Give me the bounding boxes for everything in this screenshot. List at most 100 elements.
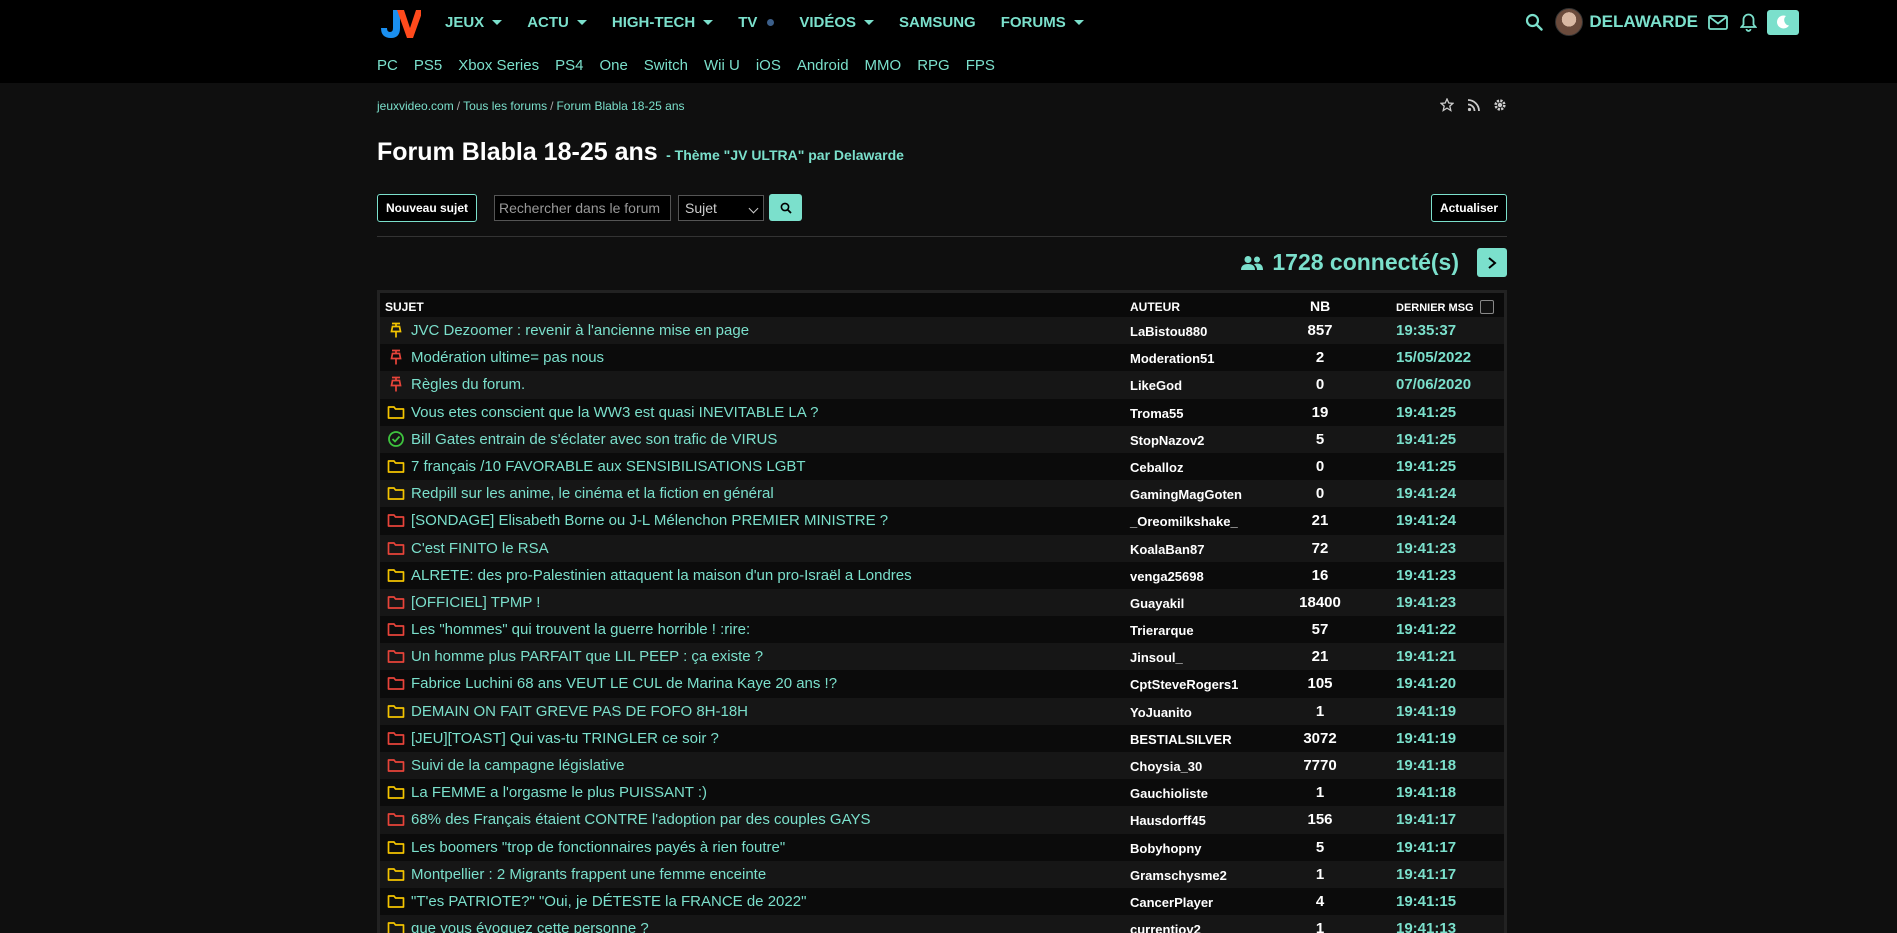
topic-title-link[interactable]: Règles du forum.: [411, 376, 525, 393]
topic-author-link[interactable]: KoalaBan87: [1130, 542, 1204, 557]
topic-author-link[interactable]: Gauchioliste: [1130, 786, 1208, 801]
topic-title-link[interactable]: Les "hommes" qui trouvent la guerre horr…: [411, 621, 750, 638]
topic-last-message-link[interactable]: 19:41:25: [1396, 458, 1456, 475]
subnav-item-ios[interactable]: iOS: [756, 57, 781, 74]
topic-author-link[interactable]: CancerPlayer: [1130, 895, 1213, 910]
topic-last-message-link[interactable]: 19:41:21: [1396, 648, 1456, 665]
subnav-item-ps5[interactable]: PS5: [414, 57, 442, 74]
rss-icon[interactable]: [1467, 98, 1480, 112]
topic-title-link[interactable]: JVC Dezoomer : revenir à l'ancienne mise…: [411, 322, 749, 339]
nav-item-forums[interactable]: FORUMS: [1001, 14, 1084, 31]
nav-item-tv[interactable]: TV: [738, 14, 775, 31]
topic-last-message-link[interactable]: 19:41:23: [1396, 567, 1456, 584]
topic-author-link[interactable]: CptSteveRogers1: [1130, 677, 1238, 692]
topic-author-link[interactable]: GamingMagGoten: [1130, 487, 1242, 502]
topic-last-message-link[interactable]: 19:41:24: [1396, 512, 1456, 529]
subnav-item-android[interactable]: Android: [797, 57, 849, 74]
topic-author-link[interactable]: LikeGod: [1130, 378, 1182, 393]
topic-last-message-link[interactable]: 19:41:25: [1396, 431, 1456, 448]
topic-title-link[interactable]: que vous évoquez cette personne ?: [411, 920, 649, 933]
topic-last-message-link[interactable]: 19:41:17: [1396, 839, 1456, 856]
star-icon[interactable]: [1440, 98, 1454, 112]
topic-last-message-link[interactable]: 07/06/2020: [1396, 376, 1471, 393]
bell-icon[interactable]: [1740, 13, 1757, 32]
topic-author-link[interactable]: Moderation51: [1130, 351, 1215, 366]
topic-author-link[interactable]: Guayakil: [1130, 596, 1184, 611]
topic-title-link[interactable]: [OFFICIEL] TPMP !: [411, 594, 540, 611]
subnav-item-fps[interactable]: FPS: [966, 57, 995, 74]
topic-title-link[interactable]: 7 français /10 FAVORABLE aux SENSIBILISA…: [411, 458, 806, 475]
topic-last-message-link[interactable]: 19:41:17: [1396, 811, 1456, 828]
topic-title-link[interactable]: [SONDAGE] Elisabeth Borne ou J-L Mélench…: [411, 512, 888, 529]
topic-author-link[interactable]: YoJuanito: [1130, 705, 1192, 720]
topic-last-message-link[interactable]: 19:35:37: [1396, 322, 1456, 339]
topic-title-link[interactable]: DEMAIN ON FAIT GREVE PAS DE FOFO 8H-18H: [411, 703, 748, 720]
gear-icon[interactable]: [1493, 98, 1507, 112]
topic-last-message-link[interactable]: 19:41:19: [1396, 703, 1456, 720]
topic-last-message-link[interactable]: 19:41:13: [1396, 920, 1456, 933]
subnav-item-pc[interactable]: PC: [377, 57, 398, 74]
subnav-item-switch[interactable]: Switch: [644, 57, 688, 74]
page-subtitle[interactable]: - Thème "JV ULTRA" par Delawarde: [666, 147, 904, 163]
topic-title-link[interactable]: Bill Gates entrain de s'éclater avec son…: [411, 431, 777, 448]
topic-title-link[interactable]: [JEU][TOAST] Qui vas-tu TRINGLER ce soir…: [411, 730, 719, 747]
topic-last-message-link[interactable]: 15/05/2022: [1396, 349, 1471, 366]
topic-title-link[interactable]: Modération ultime= pas nous: [411, 349, 604, 366]
topic-author-link[interactable]: Ceballoz: [1130, 460, 1183, 475]
topic-last-message-link[interactable]: 19:41:25: [1396, 404, 1456, 421]
nav-item-samsung[interactable]: SAMSUNG: [899, 14, 976, 31]
topic-title-link[interactable]: ALRETE: des pro-Palestinien attaquent la…: [411, 567, 912, 584]
topic-last-message-link[interactable]: 19:41:17: [1396, 866, 1456, 883]
new-topic-button[interactable]: Nouveau sujet: [377, 194, 478, 222]
topic-last-message-link[interactable]: 19:41:18: [1396, 757, 1456, 774]
topic-author-link[interactable]: _Oreomilkshake_: [1130, 514, 1238, 529]
topic-title-link[interactable]: "T'es PATRIOTE?" "Oui, je DÉTESTE la FRA…: [411, 893, 806, 910]
topic-title-link[interactable]: Fabrice Luchini 68 ans VEUT LE CUL de Ma…: [411, 675, 837, 692]
topic-author-link[interactable]: Hausdorff45: [1130, 813, 1206, 828]
moon-icon[interactable]: [1767, 9, 1799, 35]
next-page-button[interactable]: [1477, 248, 1507, 277]
topic-last-message-link[interactable]: 19:41:24: [1396, 485, 1456, 502]
subnav-item-mmo[interactable]: MMO: [865, 57, 902, 74]
topic-author-link[interactable]: Gramschysme2: [1130, 868, 1227, 883]
topic-author-link[interactable]: Trierarque: [1130, 623, 1194, 638]
breadcrumb-home-link[interactable]: jeuxvideo.com: [377, 99, 454, 113]
topic-last-message-link[interactable]: 19:41:15: [1396, 893, 1456, 910]
search-icon[interactable]: [1525, 13, 1544, 31]
nav-item-high-tech[interactable]: HIGH-TECH: [612, 14, 714, 31]
topic-title-link[interactable]: Suivi de la campagne législative: [411, 757, 624, 774]
topic-author-link[interactable]: currentiov2: [1130, 922, 1201, 933]
select-all-checkbox[interactable]: [1480, 300, 1494, 314]
topic-title-link[interactable]: Redpill sur les anime, le cinéma et la f…: [411, 485, 774, 502]
nav-item-actu[interactable]: ACTU: [527, 14, 587, 31]
nav-item-jeux[interactable]: JEUX: [445, 14, 503, 31]
forum-search-input[interactable]: [494, 195, 671, 221]
topic-author-link[interactable]: Choysia_30: [1130, 759, 1202, 774]
topic-author-link[interactable]: BESTIALSILVER: [1130, 732, 1232, 747]
topic-title-link[interactable]: 68% des Français étaient CONTRE l'adopti…: [411, 811, 871, 828]
topic-author-link[interactable]: LaBistou880: [1130, 324, 1207, 339]
topic-author-link[interactable]: Jinsoul_: [1130, 650, 1183, 665]
topic-last-message-link[interactable]: 19:41:18: [1396, 784, 1456, 801]
subnav-item-one[interactable]: One: [599, 57, 627, 74]
subnav-item-ps4[interactable]: PS4: [555, 57, 583, 74]
topic-last-message-link[interactable]: 19:41:20: [1396, 675, 1456, 692]
subnav-item-rpg[interactable]: RPG: [917, 57, 950, 74]
topic-title-link[interactable]: C'est FINITO le RSA: [411, 540, 549, 557]
breadcrumb-all-forums-link[interactable]: Tous les forums: [463, 99, 547, 113]
refresh-button[interactable]: Actualiser: [1430, 194, 1507, 222]
mail-icon[interactable]: [1708, 14, 1728, 30]
topic-last-message-link[interactable]: 19:41:23: [1396, 540, 1456, 557]
subnav-item-xbox-series[interactable]: Xbox Series: [458, 57, 539, 74]
search-button[interactable]: [769, 194, 802, 221]
topic-author-link[interactable]: Bobyhopny: [1130, 841, 1202, 856]
topic-title-link[interactable]: Un homme plus PARFAIT que LIL PEEP : ça …: [411, 648, 763, 665]
jv-logo[interactable]: [377, 6, 421, 40]
subnav-item-wii-u[interactable]: Wii U: [704, 57, 740, 74]
search-type-select[interactable]: Sujet: [678, 195, 764, 221]
topic-last-message-link[interactable]: 19:41:19: [1396, 730, 1456, 747]
topic-title-link[interactable]: Les boomers "trop de fonctionnaires payé…: [411, 839, 785, 856]
topic-last-message-link[interactable]: 19:41:23: [1396, 594, 1456, 611]
topic-last-message-link[interactable]: 19:41:22: [1396, 621, 1456, 638]
topic-author-link[interactable]: Troma55: [1130, 406, 1183, 421]
